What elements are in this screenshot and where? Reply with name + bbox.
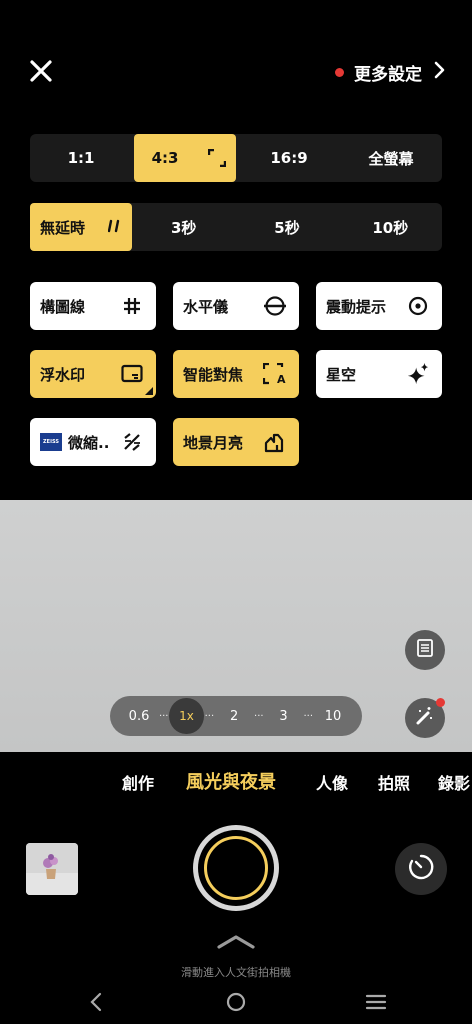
magic-wand-icon: [414, 705, 436, 731]
landscape-moon-icon: [263, 430, 287, 454]
more-settings-button[interactable]: 更多設定: [335, 58, 446, 86]
notification-dot: [335, 67, 344, 77]
back-icon[interactable]: [82, 988, 110, 1016]
timer-selector: 無延時 3秒 5秒 10秒: [30, 203, 442, 251]
smart-focus-toggle[interactable]: 智能對焦 A: [173, 350, 299, 398]
timer-icon: [407, 853, 435, 885]
home-icon[interactable]: [222, 988, 250, 1016]
magic-wand-button[interactable]: [405, 698, 445, 738]
sparkle-icon: [406, 362, 430, 386]
shake-hint-toggle[interactable]: 震動提示: [316, 282, 442, 330]
zeiss-logo: ZEISS: [40, 433, 62, 451]
mode-portrait[interactable]: 人像: [316, 770, 348, 794]
zoom-separator: ···: [303, 710, 314, 722]
timer-option-10s[interactable]: 10秒: [339, 203, 442, 251]
zoom-option-1x[interactable]: 1x: [169, 698, 204, 734]
document-scan-button[interactable]: [405, 630, 445, 670]
notification-dot: [436, 698, 445, 707]
zoom-option-2[interactable]: 2: [215, 709, 253, 724]
ratio-option-1-1[interactable]: 1:1: [30, 134, 132, 182]
grid-icon: [120, 294, 144, 318]
zoom-separator: ···: [204, 710, 215, 722]
level-toggle[interactable]: 水平儀: [173, 282, 299, 330]
level-icon: [263, 294, 287, 318]
crop-corners-icon: [207, 148, 227, 171]
zoom-separator: ···: [158, 710, 169, 722]
zoom-option-0-6[interactable]: 0.6: [120, 709, 158, 724]
expand-corner-indicator: [145, 387, 153, 395]
watermark-icon: [120, 362, 144, 386]
zoom-option-3[interactable]: 3: [265, 709, 303, 724]
mode-video[interactable]: 錄影: [438, 770, 470, 794]
zeiss-miniature-toggle[interactable]: ZEISS 微縮..: [30, 418, 156, 466]
zoom-option-10[interactable]: 10: [314, 709, 352, 724]
top-bar: 更多設定: [0, 40, 472, 104]
timer-option-off[interactable]: 無延時: [30, 203, 132, 251]
gallery-thumbnail[interactable]: [26, 843, 78, 895]
ratio-option-16-9[interactable]: 16:9: [238, 134, 340, 182]
mode-landscape-night[interactable]: 風光與夜景: [186, 768, 276, 794]
more-settings-label: 更多設定: [354, 64, 422, 85]
zoom-separator: ···: [254, 710, 264, 722]
grid-toggle[interactable]: 構圖線: [30, 282, 156, 330]
shutter-button[interactable]: [193, 825, 279, 911]
close-icon[interactable]: [24, 54, 58, 88]
chevron-up-icon[interactable]: [216, 932, 256, 952]
landscape-moon-toggle[interactable]: 地景月亮: [173, 418, 299, 466]
ratio-option-4-3[interactable]: 4:3: [134, 134, 236, 182]
tilt-shift-icon: [120, 430, 144, 454]
zeiss-label-group: ZEISS 微縮..: [40, 432, 109, 453]
document-icon: [415, 638, 435, 662]
system-navigation-bar: [0, 980, 472, 1024]
ratio-option-fullscreen[interactable]: 全螢幕: [340, 134, 442, 182]
no-delay-icon: [107, 219, 120, 237]
mode-photo[interactable]: 拍照: [378, 770, 410, 794]
timer-button[interactable]: [395, 843, 447, 895]
aspect-ratio-selector: 1:1 4:3 16:9 全螢幕: [30, 134, 442, 182]
starry-sky-toggle[interactable]: 星空: [316, 350, 442, 398]
watermark-toggle[interactable]: 浮水印: [30, 350, 156, 398]
target-icon: [406, 294, 430, 318]
recent-apps-icon[interactable]: [362, 988, 390, 1016]
timer-option-5s[interactable]: 5秒: [235, 203, 338, 251]
camera-mode-carousel: 創作 風光與夜景 人像 拍照 錄影: [0, 764, 472, 800]
auto-focus-icon: A: [263, 362, 287, 386]
timer-option-3s[interactable]: 3秒: [132, 203, 235, 251]
swipe-hint-text: 滑動進入人文街拍相機: [181, 966, 291, 979]
zoom-selector: 0.6 ··· 1x ··· 2 ··· 3 ··· 10: [110, 696, 362, 736]
svg-text:A: A: [277, 373, 286, 385]
chevron-right-icon: [432, 61, 446, 84]
mode-create[interactable]: 創作: [122, 770, 154, 794]
